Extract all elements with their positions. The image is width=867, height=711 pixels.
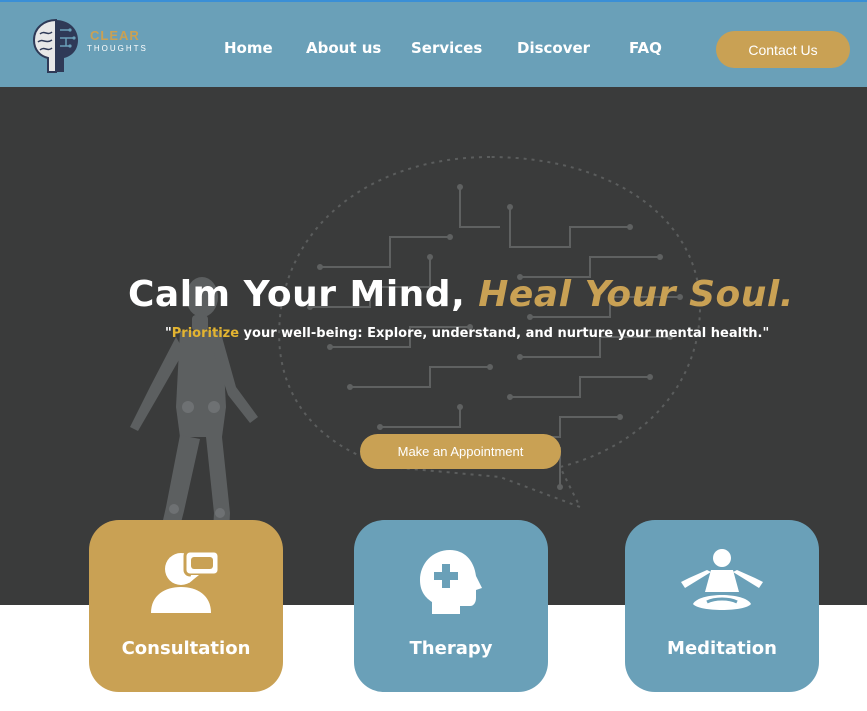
service-card-label: Meditation (667, 638, 777, 659)
hero-subtitle-quote: " (165, 326, 172, 341)
therapy-icon (416, 544, 486, 618)
service-card-label: Consultation (121, 638, 251, 659)
hero-title: Calm Your Mind, Heal Your Soul. (128, 274, 794, 315)
nav-link-about-us[interactable]: About us (306, 39, 381, 57)
hero-subtitle-text: your well-being: Explore, understand, an… (239, 326, 770, 341)
brand-logo[interactable]: CLEAR THOUGHTS (30, 16, 160, 76)
make-appointment-button[interactable]: Make an Appointment (360, 434, 561, 469)
meditation-icon (679, 544, 765, 618)
service-card-therapy[interactable]: Therapy (354, 520, 548, 692)
nav-link-discover[interactable]: Discover (517, 39, 590, 57)
nav-link-services[interactable]: Services (411, 39, 482, 57)
nav-link-home[interactable]: Home (224, 39, 273, 57)
hero-subtitle-highlight: Prioritize (171, 326, 240, 341)
hero-title-main: Calm Your Mind, (128, 274, 479, 316)
service-card-meditation[interactable]: Meditation (625, 520, 819, 692)
hero-title-accent: Heal Your Soul. (478, 274, 794, 316)
top-navigation: CLEAR THOUGHTS Home About us Services Di… (0, 2, 867, 87)
nav-link-faq[interactable]: FAQ (629, 39, 662, 57)
service-card-label: Therapy (409, 638, 493, 659)
brain-logo-icon (32, 18, 78, 73)
consultation-icon (151, 544, 221, 618)
contact-us-button[interactable]: Contact Us (716, 31, 850, 68)
brand-name-line2: THOUGHTS (87, 44, 148, 53)
service-card-consultation[interactable]: Consultation (89, 520, 283, 692)
brand-name-line1: CLEAR (90, 28, 140, 43)
hero-subtitle: "Prioritize your well-being: Explore, un… (165, 326, 769, 341)
